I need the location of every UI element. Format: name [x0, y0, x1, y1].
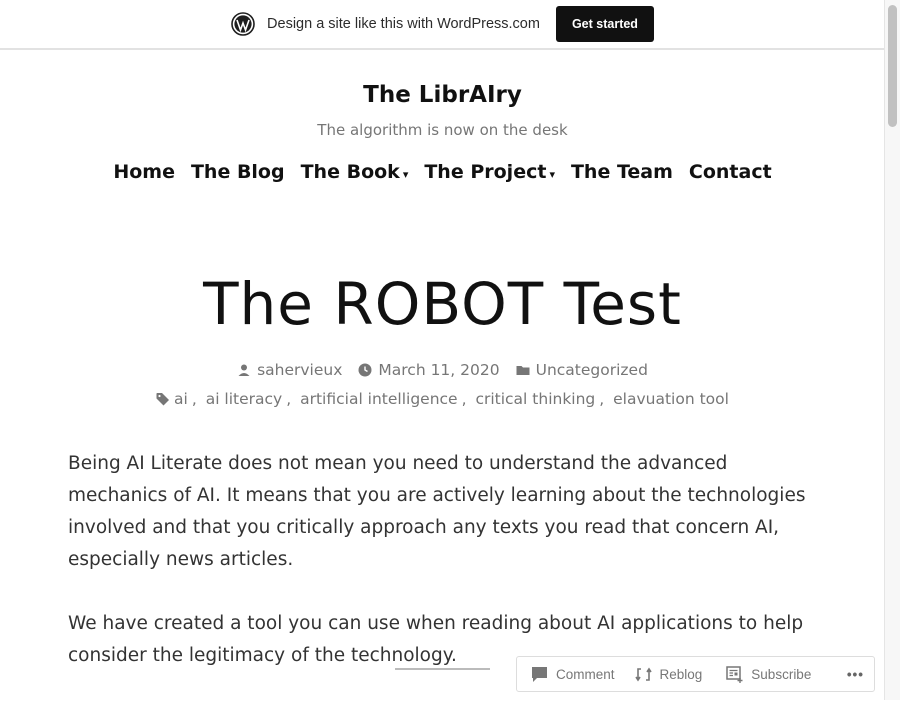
subscribe-icon: [726, 665, 743, 683]
nav-item-the-blog[interactable]: The Blog: [191, 161, 285, 183]
comment-label: Comment: [556, 666, 615, 682]
tag-link[interactable]: critical thinking: [475, 390, 595, 408]
separator: [395, 668, 490, 670]
folder-icon: [516, 366, 530, 375]
person-icon: [238, 364, 250, 376]
reblog-icon: [634, 667, 652, 681]
tag-icon: [156, 393, 170, 406]
site-title[interactable]: The LibrAIry: [0, 82, 885, 108]
nav-item-the-project[interactable]: The Project ▾: [424, 161, 555, 183]
tag-separator: ,: [461, 390, 472, 408]
wordpress-logo-icon[interactable]: [231, 12, 255, 36]
paragraph: Being AI Literate does not mean you need…: [68, 453, 806, 570]
wordpress-promo-bar: Design a site like this with WordPress.c…: [0, 0, 885, 50]
site-tagline: The algorithm is now on the desk: [317, 121, 568, 139]
tag-link[interactable]: elavuation tool: [613, 390, 729, 408]
nav-label: Contact: [688, 161, 772, 183]
subscribe-label: Subscribe: [751, 666, 812, 682]
tag-link[interactable]: ai literacy: [206, 390, 283, 408]
category-link[interactable]: Uncategorized: [536, 361, 648, 379]
more-options-icon[interactable]: •••: [847, 667, 864, 682]
tag-separator: ,: [599, 390, 610, 408]
subscribe-button[interactable]: Subscribe: [726, 665, 812, 683]
date-text[interactable]: March 11, 2020: [378, 361, 499, 379]
nav-label: The Book: [300, 161, 400, 183]
post-date[interactable]: March 11, 2020: [358, 361, 500, 379]
nav-item-contact[interactable]: Contact: [689, 161, 772, 183]
chevron-down-icon: ▾: [402, 168, 409, 181]
post-category[interactable]: Uncategorized: [516, 361, 648, 379]
tag-link[interactable]: artificial intelligence: [300, 390, 458, 408]
get-started-button[interactable]: Get started: [555, 6, 654, 42]
main-navigation: Home The Blog The Book ▾ The Project ▾ The…: [0, 161, 885, 183]
tag-separator: ,: [191, 390, 202, 408]
post-title: The ROBOT Test: [203, 270, 682, 338]
scrollbar-thumb[interactable]: [888, 5, 897, 127]
action-bar: Comment Reblog Subscribe •••: [516, 656, 875, 692]
chevron-down-icon: ▾: [549, 168, 555, 181]
tag-separator: ,: [286, 390, 297, 408]
vertical-scrollbar[interactable]: [884, 0, 900, 700]
comment-icon: [532, 666, 547, 682]
post-meta: sahervieux March 11, 2020 Uncategorized: [0, 361, 885, 379]
nav-label: The Project: [424, 161, 547, 183]
reblog-label: Reblog: [659, 666, 703, 682]
tag-link[interactable]: ai: [174, 390, 188, 408]
post-author[interactable]: sahervieux: [237, 361, 342, 379]
nav-label: The Team: [570, 161, 673, 183]
nav-item-home[interactable]: Home: [113, 161, 175, 183]
nav-label: Home: [113, 161, 175, 183]
clock-icon: [358, 363, 372, 377]
promo-text: Design a site like this with WordPress.c…: [267, 16, 540, 32]
post-tags: ai, ai literacy, artificial intelligence…: [0, 390, 885, 408]
author-name[interactable]: sahervieux: [257, 361, 342, 379]
nav-item-the-book[interactable]: The Book ▾: [301, 161, 409, 183]
comment-button[interactable]: Comment: [531, 666, 615, 683]
reblog-button[interactable]: Reblog: [634, 666, 703, 683]
nav-label: The Blog: [190, 161, 285, 183]
nav-item-the-team[interactable]: The Team: [571, 161, 673, 183]
